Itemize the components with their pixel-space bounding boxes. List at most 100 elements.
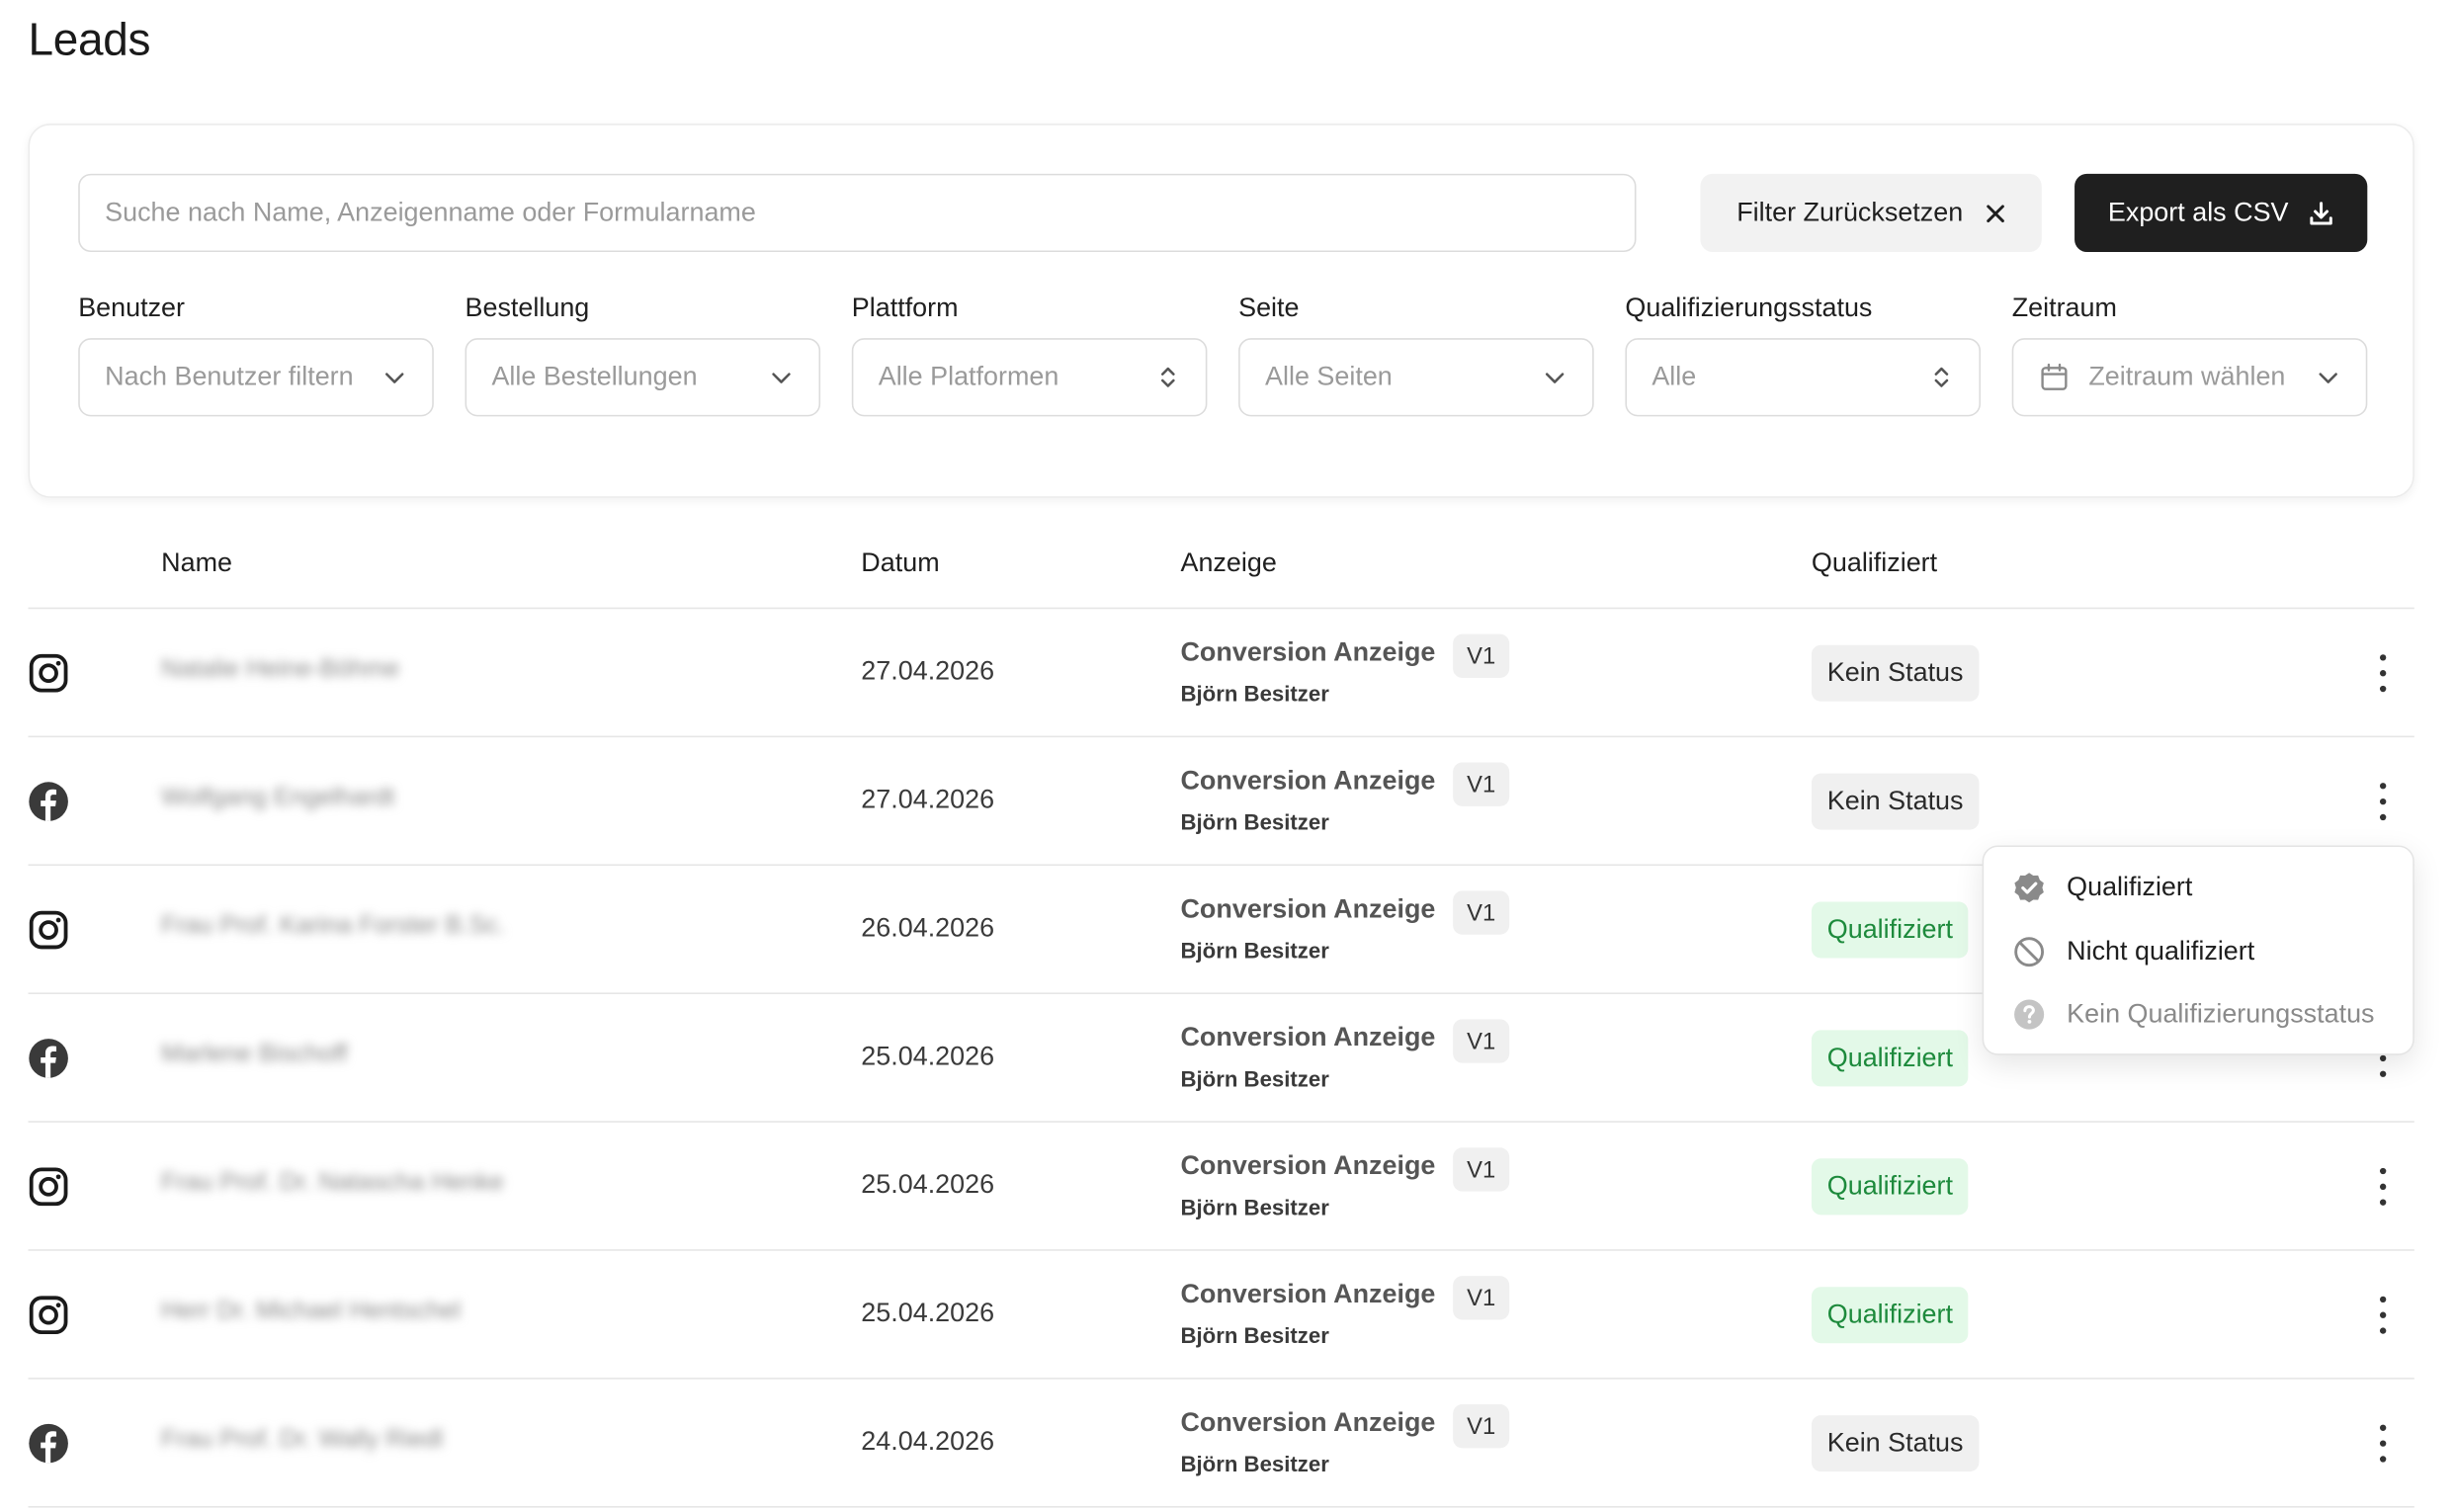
- more-vertical-icon-dot: [2379, 1070, 2387, 1077]
- status-badge[interactable]: Qualifiziert: [1811, 1030, 1969, 1087]
- search-placeholder: Suche nach Name, Anzeigenname oder Formu…: [105, 197, 756, 227]
- ad-owner: Björn Besitzer: [1180, 937, 1329, 964]
- row-actions-button[interactable]: [2367, 1296, 2399, 1334]
- lead-name: Herr Dr. Michael Hentschel: [161, 1298, 462, 1325]
- facebook-icon: [29, 782, 68, 821]
- column-header-qualified[interactable]: Qualifiziert: [1812, 547, 1937, 579]
- table-row[interactable]: Frau Prof. Dr. Wally Riedl 24.04.2026 Conv…: [28, 1380, 2414, 1508]
- table-row[interactable]: Herr Dr. Michael Hentschel 25.04.2026 Conv…: [28, 1251, 2414, 1380]
- ad-version-badge: V1: [1453, 1276, 1510, 1320]
- export-csv-button[interactable]: Export als CSV: [2074, 173, 2368, 253]
- table-row[interactable]: Natalie Heine-Böhme 27.04.2026 Conversion …: [28, 609, 2414, 738]
- filter-label-benutzer: Benutzer: [78, 293, 186, 323]
- ad-owner: Björn Besitzer: [1180, 681, 1329, 707]
- more-vertical-icon-dot: [2379, 813, 2387, 821]
- menu-item-label: Nicht qualifiziert: [2067, 936, 2255, 966]
- close-icon: [1986, 204, 2004, 222]
- page-title: Leads: [28, 15, 151, 66]
- instagram-icon: [29, 910, 68, 950]
- lead-name: Frau Prof. Dr. Natascha Henke: [161, 1169, 504, 1197]
- more-vertical-icon-dot: [2379, 798, 2387, 805]
- lead-date: 27.04.2026: [861, 655, 995, 686]
- ad-name: Conversion Anzeige: [1180, 1279, 1436, 1309]
- status-badge[interactable]: Kein Status: [1811, 644, 1980, 702]
- row-actions-button[interactable]: [2367, 1167, 2399, 1206]
- filter-benutzer-select[interactable]: Nach Benutzer filtern: [78, 338, 434, 417]
- ad-version-badge: V1: [1453, 633, 1510, 678]
- search-input[interactable]: Suche nach Name, Anzeigenname oder Formu…: [78, 173, 1637, 253]
- ad-name: Conversion Anzeige: [1180, 765, 1436, 796]
- filter-seite-value: Alle Seiten: [1265, 361, 1393, 392]
- question-icon: [2014, 999, 2045, 1030]
- more-vertical-icon-dot: [2379, 1183, 2387, 1190]
- ad-version-badge: V1: [1453, 762, 1510, 806]
- ad-owner: Björn Besitzer: [1180, 1322, 1329, 1348]
- chevron-up-down-icon: [1161, 367, 1175, 387]
- filter-qualifizierungsstatus-select[interactable]: Alle: [1625, 338, 1982, 417]
- instagram-icon: [29, 1167, 68, 1207]
- column-header-name[interactable]: Name: [161, 547, 232, 579]
- menu-item-label: Qualifiziert: [2067, 872, 2193, 902]
- menu-item-kein-qualifizierungsstatus[interactable]: Kein Qualifizierungsstatus: [2012, 997, 2375, 1032]
- status-badge[interactable]: Qualifiziert: [1811, 1287, 1969, 1344]
- ad-name: Conversion Anzeige: [1180, 1150, 1436, 1181]
- status-badge[interactable]: Qualifiziert: [1811, 901, 1969, 959]
- download-icon: [2309, 201, 2332, 224]
- filter-bestellung-value: Alle Bestellungen: [491, 361, 698, 392]
- filter-zeitraum-select[interactable]: Zeitraum wählen: [2011, 338, 2368, 417]
- more-vertical-icon: [2379, 1424, 2387, 1431]
- ad-owner: Björn Besitzer: [1180, 1194, 1329, 1220]
- chevron-down-icon: [1545, 373, 1565, 383]
- ad-version-badge: V1: [1453, 890, 1510, 935]
- more-vertical-icon-dot: [2379, 1054, 2387, 1062]
- ad-version-badge: V1: [1453, 1147, 1510, 1192]
- instagram-icon: [29, 1296, 68, 1335]
- filter-benutzer-value: Nach Benutzer filtern: [105, 361, 354, 392]
- more-vertical-icon-dot: [2379, 1199, 2387, 1206]
- more-vertical-icon-dot: [2379, 1440, 2387, 1447]
- chevron-up-down-icon: [1934, 367, 1949, 387]
- filter-label-bestellung: Bestellung: [465, 293, 590, 323]
- ad-version-badge: V1: [1453, 1404, 1510, 1449]
- filter-label-seite: Seite: [1238, 293, 1300, 323]
- column-header-date[interactable]: Datum: [861, 547, 939, 579]
- filter-label-qualifizierungsstatus: Qualifizierungsstatus: [1625, 293, 1873, 323]
- ad-name: Conversion Anzeige: [1180, 636, 1436, 667]
- lead-date: 24.04.2026: [861, 1426, 995, 1457]
- check-badge-icon: [2014, 873, 2044, 903]
- more-vertical-icon-dot: [2379, 1456, 2387, 1463]
- facebook-icon: [29, 1423, 68, 1464]
- lead-date: 26.04.2026: [861, 912, 995, 943]
- menu-item-nicht-qualifiziert[interactable]: Nicht qualifiziert: [2012, 935, 2255, 969]
- chevron-down-icon: [385, 373, 404, 383]
- more-vertical-icon: [2379, 1296, 2387, 1303]
- filter-bestellung-select[interactable]: Alle Bestellungen: [465, 338, 821, 417]
- lead-name: Natalie Heine-Böhme: [161, 655, 400, 683]
- row-actions-button[interactable]: [2367, 654, 2399, 693]
- filter-seite-select[interactable]: Alle Seiten: [1238, 338, 1594, 417]
- filter-label-plattform: Plattform: [851, 293, 959, 323]
- facebook-icon: [29, 1039, 68, 1078]
- lead-date: 25.04.2026: [861, 1298, 995, 1328]
- row-actions-button[interactable]: [2367, 1424, 2399, 1463]
- chevron-down-icon: [772, 373, 791, 383]
- menu-item-qualifiziert[interactable]: Qualifiziert: [2012, 871, 2193, 905]
- status-badge[interactable]: Kein Status: [1811, 773, 1980, 830]
- ad-owner: Björn Besitzer: [1180, 809, 1329, 835]
- table-row[interactable]: Frau Prof. Dr. Natascha Henke 25.04.2026 C…: [28, 1123, 2414, 1251]
- instagram-icon: [29, 653, 68, 693]
- more-vertical-icon: [2379, 654, 2387, 661]
- reset-filters-label: Filter Zurücksetzen: [1736, 197, 1964, 227]
- row-actions-button[interactable]: [2367, 783, 2399, 821]
- column-header-ad[interactable]: Anzeige: [1180, 547, 1276, 579]
- more-vertical-icon-dot: [2379, 1311, 2387, 1318]
- ad-owner: Björn Besitzer: [1180, 1451, 1329, 1476]
- filter-plattform-select[interactable]: Alle Platformen: [851, 338, 1208, 417]
- ban-icon: [2014, 937, 2045, 967]
- status-badge[interactable]: Kein Status: [1811, 1415, 1980, 1472]
- ad-name: Conversion Anzeige: [1180, 893, 1436, 924]
- lead-name: Frau Prof. Karina Forster B.Sc.: [161, 912, 506, 940]
- reset-filters-button[interactable]: Filter Zurücksetzen: [1700, 173, 2042, 253]
- status-badge[interactable]: Qualifiziert: [1811, 1158, 1969, 1216]
- lead-date: 27.04.2026: [861, 784, 995, 814]
